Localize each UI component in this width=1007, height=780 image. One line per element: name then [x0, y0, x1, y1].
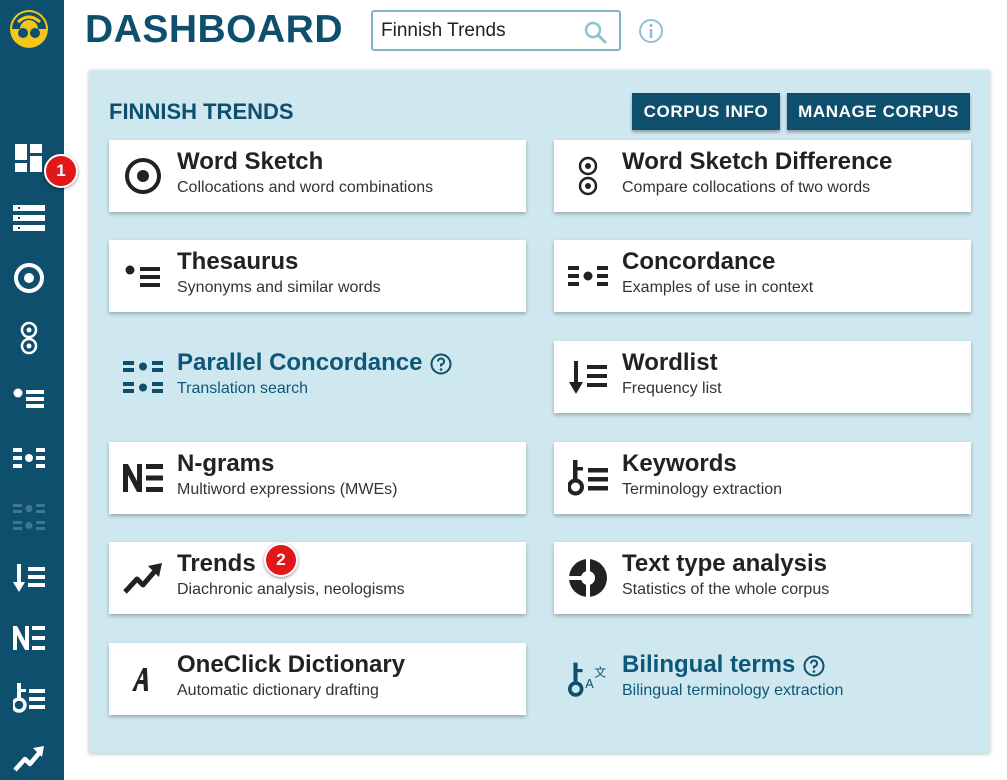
svg-text:文: 文	[594, 665, 606, 679]
wordlist-icon	[13, 564, 45, 592]
sidebar-item-word-sketch-difference[interactable]	[8, 318, 50, 358]
ngrams-icon	[13, 626, 45, 650]
tool-subtitle: Compare collocations of two words	[622, 179, 871, 196]
manage-corpus-button[interactable]: MANAGE CORPUS	[787, 93, 970, 130]
step-badge-1: 1	[44, 154, 78, 188]
sidebar-item-corpora[interactable]	[8, 198, 50, 238]
keywords-icon	[13, 683, 45, 713]
tool-title: Thesaurus	[177, 248, 299, 275]
corpus-dashboard-panel: FINNISH TRENDS CORPUS INFO MANAGE CORPUS…	[89, 70, 990, 753]
sidebar-item-word-sketch[interactable]	[8, 258, 50, 298]
info-icon[interactable]	[638, 18, 664, 44]
bilingual-terms-icon: A文	[568, 657, 608, 701]
corpus-title: FINNISH TRENDS	[109, 99, 294, 124]
sidebar-item-parallel-concordance[interactable]	[8, 498, 50, 538]
tool-title-row: Bilingual terms	[622, 651, 825, 679]
tool-card-wordlist[interactable]: Wordlist Frequency list	[554, 341, 971, 413]
tool-subtitle: Terminology extraction	[622, 481, 783, 498]
tool-title: Bilingual terms	[622, 651, 796, 678]
tool-subtitle: Multiword expressions (MWEs)	[177, 481, 398, 498]
tool-subtitle: Bilingual terminology extraction	[622, 682, 844, 699]
tool-card-parallel-concordance[interactable]: Parallel Concordance Translation search	[109, 341, 526, 413]
sidebar-item-ngrams[interactable]	[8, 618, 50, 658]
tool-card-concordance[interactable]: Concordance Examples of use in context	[554, 240, 971, 312]
tool-title: N-grams	[177, 450, 275, 477]
thesaurus-icon	[123, 254, 163, 298]
concordance-icon	[13, 448, 45, 468]
wordlist-icon	[568, 355, 608, 399]
parallel-concordance-icon	[123, 355, 163, 399]
tool-title: OneClick Dictionary	[177, 651, 406, 678]
dashboard-icon	[15, 144, 42, 172]
tool-subtitle: Diachronic analysis, neologisms	[177, 581, 405, 598]
tool-subtitle: Frequency list	[622, 380, 722, 397]
tool-card-oneclick-dictionary[interactable]: OneClick Dictionary Automatic dictionary…	[109, 643, 526, 715]
tool-subtitle: Translation search	[177, 380, 309, 397]
tool-title: Concordance	[622, 248, 776, 275]
tool-subtitle: Statistics of the whole corpus	[622, 581, 830, 598]
tool-title-row: Parallel Concordance	[177, 349, 452, 377]
word-sketch-difference-icon	[20, 321, 38, 355]
tool-card-word-sketch-difference[interactable]: Word Sketch Difference Compare collocati…	[554, 140, 971, 212]
corpus-info-button[interactable]: CORPUS INFO	[632, 93, 780, 130]
sidebar-item-concordance[interactable]	[8, 438, 50, 478]
tool-title: Parallel Concordance	[177, 349, 423, 376]
app-root: 1 DASHBOARD FINNISH TRENDS CORPUS INFO M…	[0, 0, 1007, 780]
keywords-icon	[568, 456, 608, 500]
tool-title: Word Sketch	[177, 148, 324, 175]
corpus-search-box[interactable]	[371, 10, 621, 51]
tool-title: Trends	[177, 550, 256, 577]
tool-card-trends[interactable]: Trends Diachronic analysis, neologisms	[109, 542, 526, 614]
pie-chart-icon	[568, 556, 608, 600]
dictionary-icon	[123, 657, 163, 701]
word-sketch-icon	[14, 263, 44, 293]
tool-title: Text type analysis	[622, 550, 827, 577]
help-icon[interactable]	[803, 655, 825, 677]
svg-text:A: A	[585, 676, 594, 691]
sidebar-item-trends[interactable]	[8, 738, 50, 778]
ngrams-icon	[123, 456, 163, 500]
tool-card-text-type-analysis[interactable]: Text type analysis Statistics of the who…	[554, 542, 971, 614]
tool-card-thesaurus[interactable]: Thesaurus Synonyms and similar words	[109, 240, 526, 312]
word-sketch-difference-icon	[568, 154, 608, 198]
tool-subtitle: Automatic dictionary drafting	[177, 682, 379, 699]
tool-title: Word Sketch Difference	[622, 148, 893, 175]
sidebar	[0, 0, 64, 780]
search-icon[interactable]	[583, 20, 607, 44]
parallel-concordance-icon	[13, 504, 45, 530]
tool-title: Keywords	[622, 450, 737, 477]
word-sketch-icon	[123, 154, 163, 198]
tool-subtitle: Synonyms and similar words	[177, 279, 381, 296]
tool-card-keywords[interactable]: Keywords Terminology extraction	[554, 442, 971, 514]
list-icon	[13, 205, 45, 231]
tool-subtitle: Examples of use in context	[622, 279, 814, 296]
step-badge-2: 2	[264, 543, 298, 577]
sidebar-item-wordlist[interactable]	[8, 558, 50, 598]
tool-card-ngrams[interactable]: N-grams Multiword expressions (MWEs)	[109, 442, 526, 514]
trends-icon	[13, 746, 44, 772]
concordance-icon	[568, 254, 608, 298]
tool-card-bilingual-terms[interactable]: A文 Bilingual terms Bilingual terminology…	[554, 643, 971, 715]
corpus-search-input[interactable]	[381, 18, 571, 43]
tool-subtitle: Collocations and word combinations	[177, 179, 434, 196]
tool-card-word-sketch[interactable]: Word Sketch Collocations and word combin…	[109, 140, 526, 212]
page-title: DASHBOARD	[85, 8, 343, 51]
thesaurus-icon	[13, 388, 44, 408]
help-icon[interactable]	[430, 353, 452, 375]
sketch-engine-logo[interactable]	[8, 8, 50, 50]
trends-icon	[123, 556, 163, 600]
sidebar-item-thesaurus[interactable]	[8, 378, 50, 418]
sidebar-item-keywords[interactable]	[8, 678, 50, 718]
tool-title: Wordlist	[622, 349, 718, 376]
